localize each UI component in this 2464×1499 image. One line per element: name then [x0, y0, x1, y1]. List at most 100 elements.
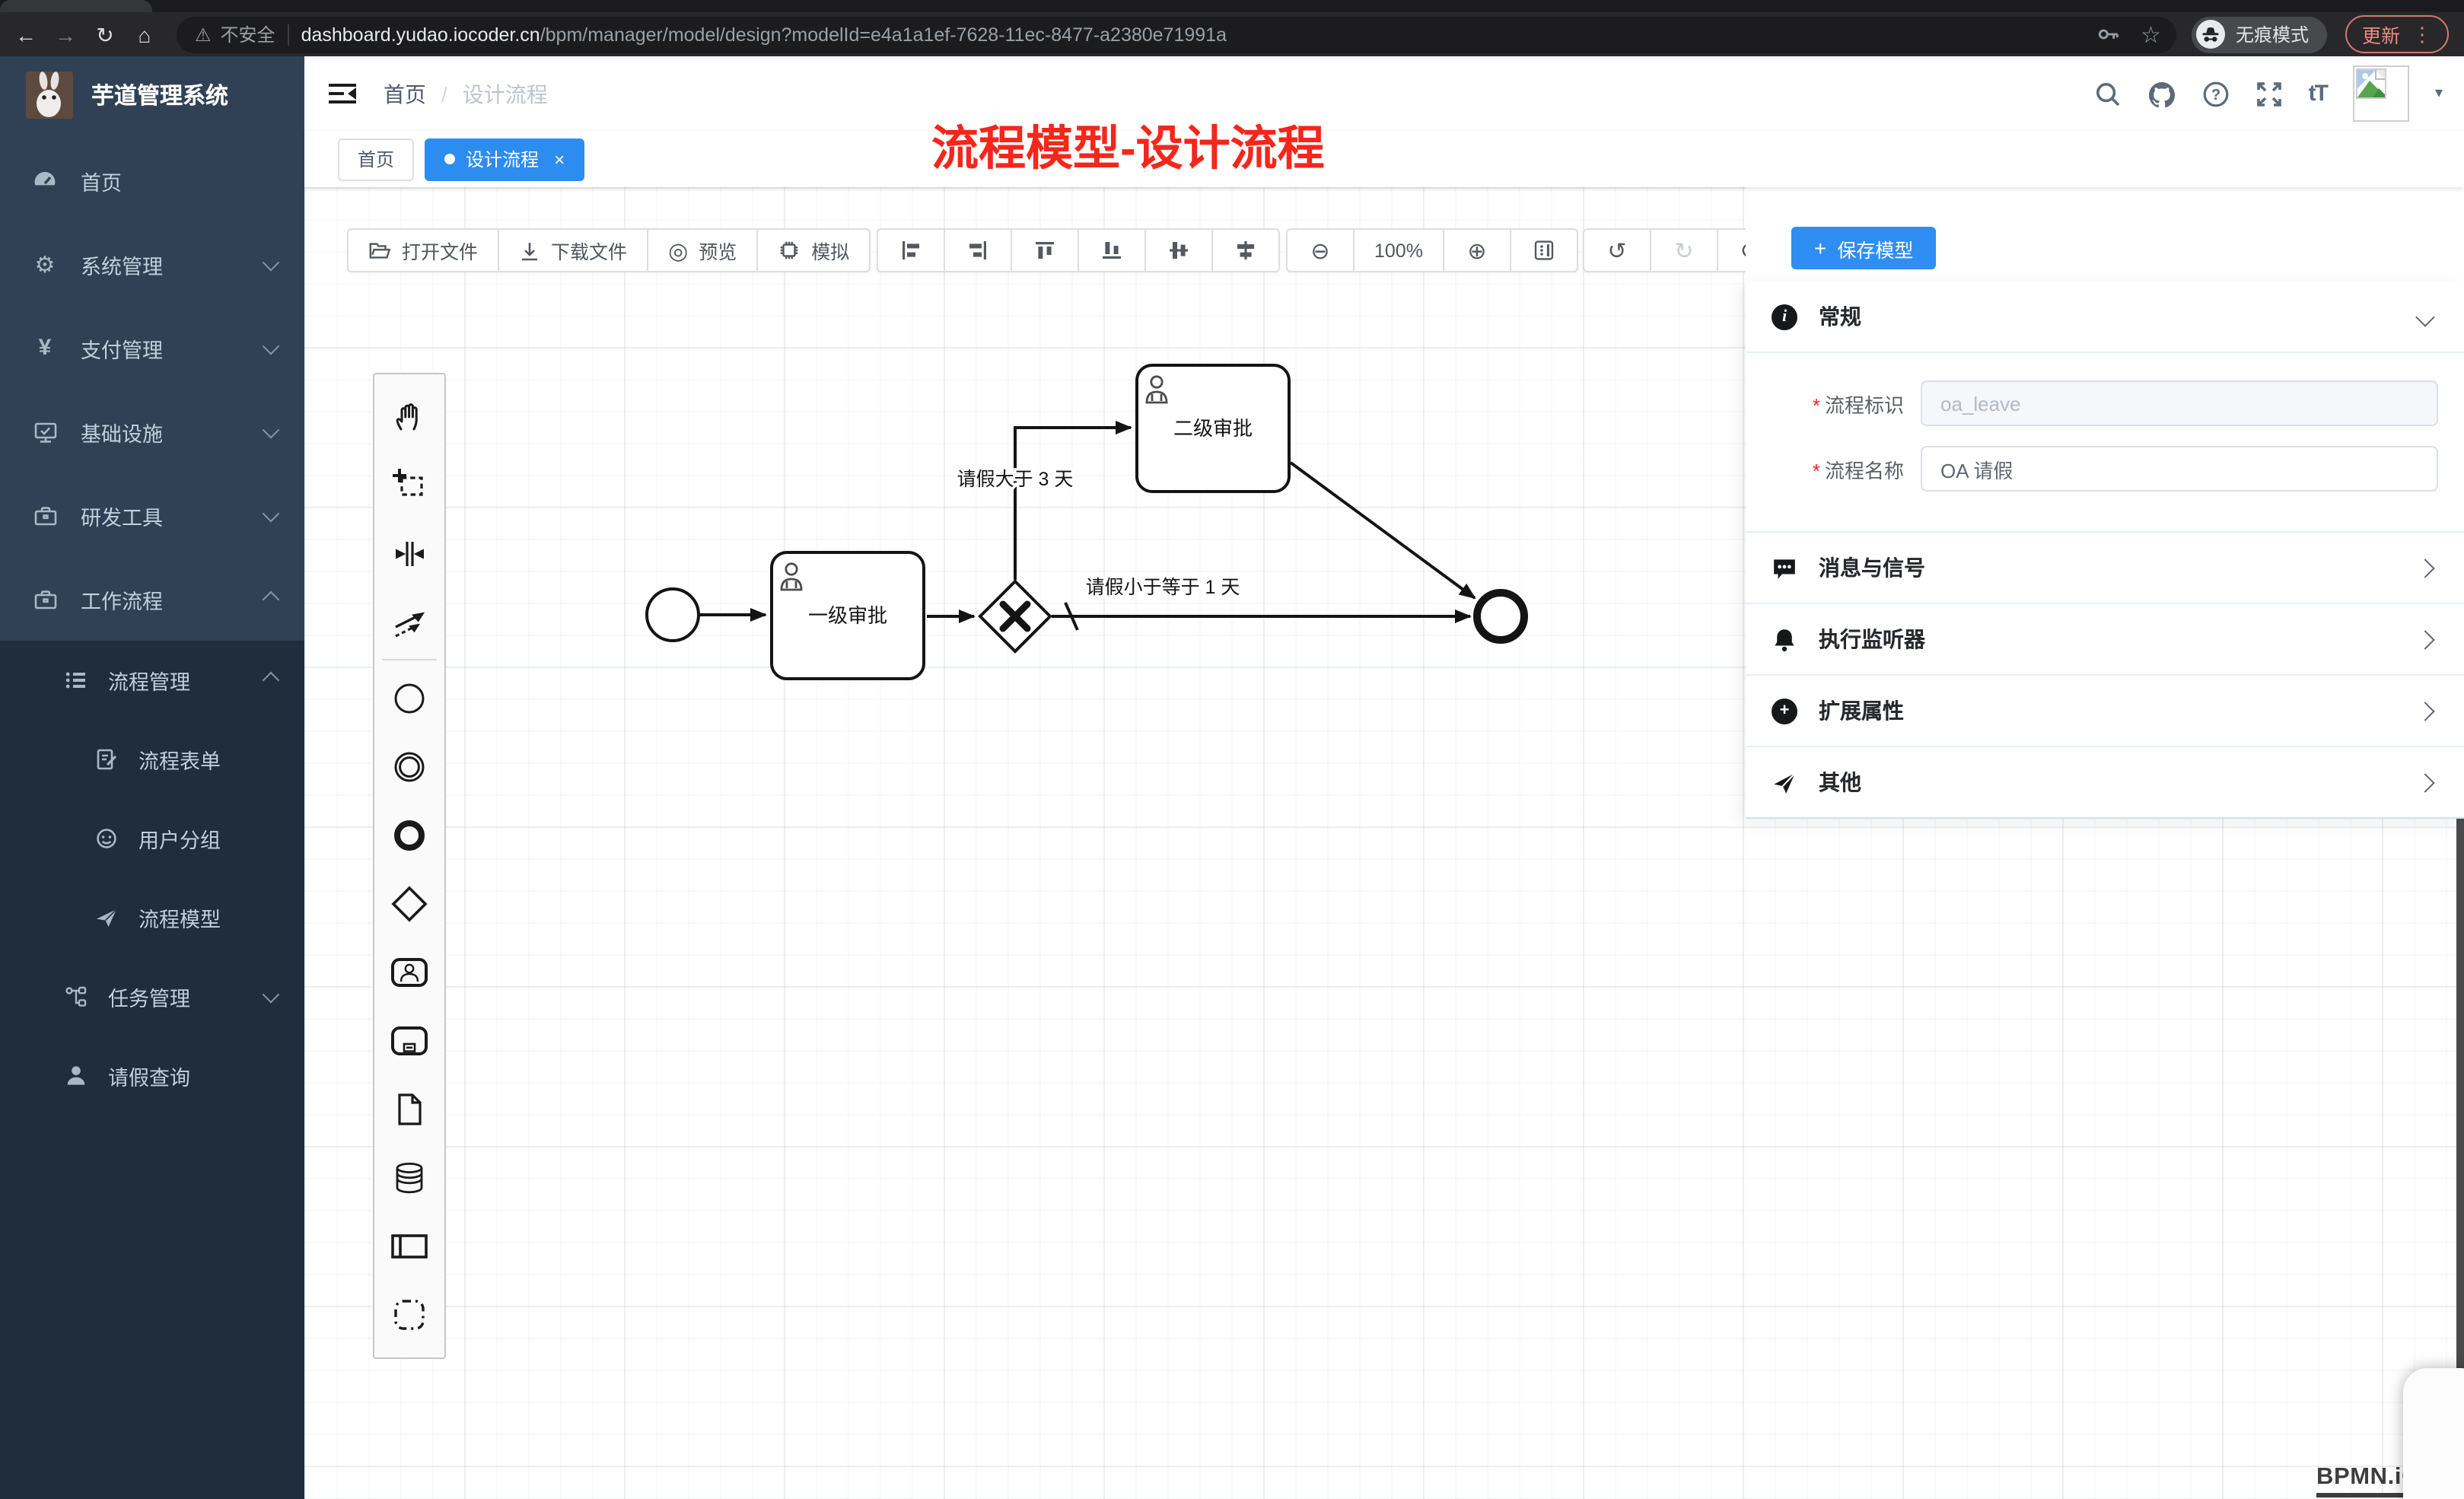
- flow-label-gt3[interactable]: 请假大于 3 天: [957, 469, 1074, 490]
- section-title: 消息与信号: [1819, 552, 1925, 583]
- open-file-button[interactable]: 打开文件: [347, 228, 499, 272]
- process-name-input[interactable]: [1921, 446, 2438, 492]
- reload-icon[interactable]: ↻: [88, 24, 122, 45]
- forward-icon[interactable]: →: [49, 24, 82, 45]
- undo-button[interactable]: ↺: [1583, 228, 1651, 272]
- user-task-level2[interactable]: 二级审批: [1137, 365, 1289, 492]
- preview-button[interactable]: ◎ 预览: [647, 228, 758, 272]
- search-icon[interactable]: [2094, 80, 2122, 107]
- sidebar-item-process-form[interactable]: 流程表单: [0, 720, 304, 799]
- sidebar-item-label: 基础设施: [81, 416, 163, 447]
- browser-tab[interactable]: [0, 0, 152, 12]
- zoom-level-value: 100%: [1374, 240, 1423, 261]
- sidebar-collapse-icon[interactable]: [329, 82, 356, 105]
- svg-text:?: ?: [2211, 86, 2220, 103]
- bpmn-canvas[interactable]: 打开文件 下载文件 ◎ 预览 模拟: [304, 187, 2464, 1499]
- lasso-tool[interactable]: [374, 450, 444, 519]
- section-title: 扩展属性: [1819, 695, 1904, 726]
- caret-down-icon[interactable]: ▾: [2435, 85, 2443, 102]
- sidebar-item-system[interactable]: ⚙ 系统管理: [0, 222, 304, 306]
- start-event[interactable]: [647, 589, 699, 641]
- browser-update-button[interactable]: 更新 ⋮: [2345, 15, 2449, 53]
- sidebar-item-infra[interactable]: 基础设施: [0, 390, 304, 473]
- fit-viewport-button[interactable]: [1510, 228, 1578, 272]
- create-start-event[interactable]: [374, 664, 444, 732]
- hand-tool[interactable]: [374, 382, 444, 450]
- key-icon[interactable]: [2096, 23, 2119, 46]
- redo-button[interactable]: ↻: [1650, 228, 1718, 272]
- sidebar-item-process-model[interactable]: 流程模型: [0, 878, 304, 957]
- sidebar-item-user-group[interactable]: 用户分组: [0, 799, 304, 878]
- simulate-button[interactable]: 模拟: [756, 228, 871, 272]
- end-event[interactable]: [1477, 593, 1524, 640]
- back-icon[interactable]: ←: [9, 24, 43, 45]
- button-label: 保存模型: [1837, 234, 1913, 263]
- zoom-level[interactable]: 100%: [1353, 228, 1444, 272]
- align-vertical-center-button[interactable]: [1144, 228, 1213, 272]
- save-model-button[interactable]: + 保存模型: [1791, 227, 1936, 269]
- section-execution-listener[interactable]: 执行监听器: [1746, 603, 2464, 674]
- tab-label: 设计流程: [466, 146, 539, 172]
- sidebar-item-task-mgmt[interactable]: 任务管理: [0, 957, 304, 1036]
- chevron-down-icon: [263, 504, 280, 522]
- flow-label-le1[interactable]: 请假小于等于 1 天: [1086, 577, 1240, 598]
- create-subprocess[interactable]: [374, 1006, 444, 1074]
- font-size-icon[interactable]: tT: [2309, 81, 2327, 107]
- sidebar-item-devtools[interactable]: 研发工具: [0, 473, 304, 557]
- zoom-in-button[interactable]: ⊕: [1443, 228, 1511, 272]
- process-key-input[interactable]: [1921, 380, 2438, 426]
- sidebar-item-home[interactable]: 首页: [0, 138, 304, 222]
- align-top-button[interactable]: [1011, 228, 1079, 272]
- tab-home[interactable]: 首页: [338, 138, 414, 180]
- section-general[interactable]: i 常规: [1746, 282, 2464, 352]
- url-text[interactable]: dashboard.yudao.iocoder.cn/bpm/manager/m…: [301, 24, 2075, 45]
- global-connect-tool[interactable]: [374, 587, 444, 656]
- section-other[interactable]: 其他: [1746, 746, 2464, 817]
- align-bottom-button[interactable]: [1078, 228, 1146, 272]
- tab-design-process[interactable]: 设计流程 ×: [425, 138, 584, 180]
- align-left-button[interactable]: [877, 228, 945, 272]
- create-user-task[interactable]: [374, 937, 444, 1006]
- flow-gateway-to-task2[interactable]: [1015, 428, 1131, 580]
- github-icon[interactable]: [2147, 80, 2176, 107]
- sidebar-item-payment[interactable]: ¥ 支付管理: [0, 306, 304, 390]
- security-chip[interactable]: ⚠ 不安全: [195, 21, 275, 47]
- avatar[interactable]: [2353, 65, 2409, 122]
- align-horizontal-center-button[interactable]: [1211, 228, 1280, 272]
- section-title: 执行监听器: [1819, 624, 1925, 654]
- home-icon[interactable]: ⌂: [128, 24, 161, 45]
- create-gateway[interactable]: [374, 869, 444, 937]
- fullscreen-icon[interactable]: [2255, 80, 2283, 107]
- download-file-button[interactable]: 下载文件: [498, 228, 648, 272]
- update-label: 更新: [2362, 20, 2400, 49]
- create-intermediate-event[interactable]: [374, 732, 444, 800]
- flow-task2-to-end[interactable]: [1291, 463, 1475, 598]
- exclusive-gateway[interactable]: [980, 581, 1050, 651]
- button-label: 下载文件: [551, 236, 627, 265]
- create-data-store[interactable]: [374, 1143, 444, 1211]
- browser-menu-dots-icon[interactable]: ⋮: [2412, 22, 2432, 46]
- create-end-event[interactable]: [374, 800, 444, 869]
- breadcrumb-home[interactable]: 首页: [384, 78, 426, 109]
- sidebar-item-process-mgmt[interactable]: 流程管理: [0, 641, 304, 720]
- app-logo[interactable]: 芋道管理系统: [0, 56, 304, 132]
- sidebar-submenu: 流程管理 流程表单 用户分组: [0, 641, 304, 1499]
- align-right-button[interactable]: [944, 228, 1012, 272]
- create-data-object[interactable]: [374, 1074, 444, 1143]
- bookmark-star-icon[interactable]: ☆: [2141, 21, 2161, 48]
- zoom-out-button[interactable]: ⊖: [1286, 228, 1355, 272]
- section-message-signal[interactable]: 消息与信号: [1746, 531, 2464, 603]
- create-group[interactable]: [374, 1280, 444, 1348]
- create-participant[interactable]: [374, 1211, 444, 1280]
- chevron-right-icon: [2415, 772, 2434, 791]
- user-task-level1[interactable]: 一级审批: [772, 552, 924, 679]
- sidebar-item-leave-query[interactable]: 请假查询: [0, 1036, 304, 1115]
- url-bar[interactable]: ⚠ 不安全 dashboard.yudao.iocoder.cn/bpm/man…: [177, 16, 2176, 53]
- close-icon[interactable]: ×: [554, 148, 565, 170]
- sidebar-item-workflow[interactable]: 工作流程: [0, 557, 304, 641]
- section-extension-attributes[interactable]: + 扩展属性: [1746, 674, 2464, 746]
- bell-icon: [1772, 626, 1797, 652]
- download-icon: [519, 240, 540, 261]
- space-tool[interactable]: [374, 519, 444, 587]
- help-icon[interactable]: ?: [2202, 80, 2230, 107]
